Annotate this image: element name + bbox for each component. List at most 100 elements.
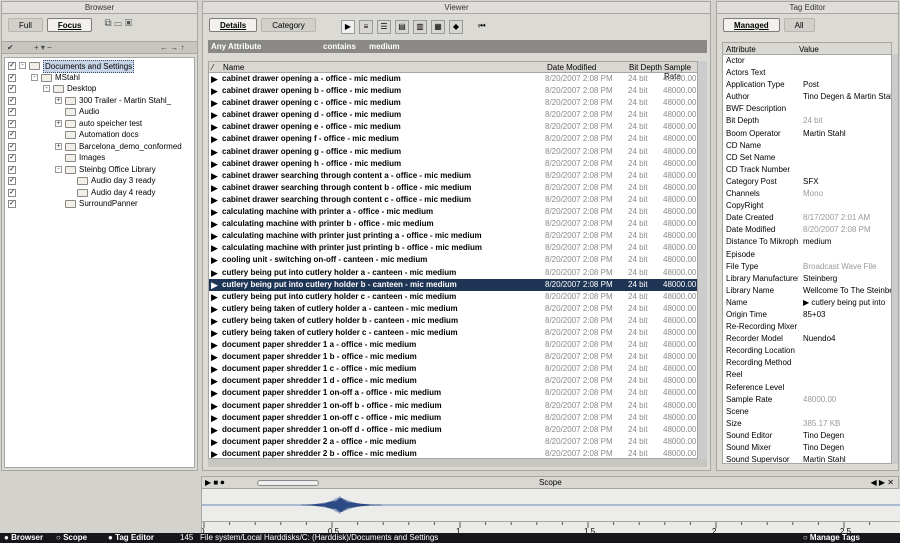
tree-item-checkbox[interactable]: ✓ — [8, 131, 16, 139]
tree-item[interactable]: ✓ Images — [5, 152, 194, 164]
col-name[interactable]: Name — [223, 63, 244, 72]
expand-icon[interactable]: + — [55, 142, 62, 150]
tag-row[interactable]: Channels Mono — [723, 188, 891, 200]
tree-item-checkbox[interactable]: ✓ — [8, 188, 16, 197]
play-file-icon[interactable]: ▶ — [211, 291, 218, 303]
tree-item-checkbox[interactable]: ✓ — [8, 62, 16, 70]
play-file-icon[interactable]: ▶ — [211, 303, 218, 315]
play-file-icon[interactable]: ▶ — [211, 412, 218, 424]
tag-row[interactable]: Library Name Wellcome To The Steinberg — [723, 285, 891, 297]
table-row[interactable]: ▶ document paper shredder 2 a - office - … — [209, 436, 697, 448]
tree-item[interactable]: ✓ - Desktop — [5, 83, 194, 95]
table-row[interactable]: ▶ cabinet drawer opening e - office - mic… — [209, 121, 697, 133]
filter-attribute[interactable]: Any Attribute — [211, 42, 261, 51]
play-file-icon[interactable]: ▶ — [211, 109, 218, 121]
collapse-icon[interactable]: - — [55, 165, 62, 173]
tree-item-checkbox[interactable]: ✓ — [8, 154, 16, 162]
table-row[interactable]: ▶ document paper shredder 1 on-off a - of… — [209, 387, 697, 399]
col-bitdepth[interactable]: Bit Depth — [629, 63, 662, 72]
tag-row[interactable]: Bit Depth 24 bit — [723, 115, 891, 127]
tag-row[interactable]: CopyRight — [723, 200, 891, 212]
play-file-icon[interactable]: ▶ — [211, 146, 218, 158]
play-icon[interactable]: ▶ — [341, 20, 355, 34]
tag-row[interactable]: Distance To Mikrophone medium — [723, 236, 891, 248]
tag-scrollbar[interactable] — [892, 54, 898, 464]
tag-value[interactable]: Tino Degen — [803, 442, 891, 454]
tag-row[interactable]: Sound Editor Tino Degen — [723, 430, 891, 442]
check-all-icon[interactable]: ✔ — [7, 43, 14, 52]
collapse-icon[interactable]: - — [43, 85, 50, 92]
table-row[interactable]: ▶ calculating machine with printer just p… — [209, 230, 697, 242]
list-scrollbar[interactable] — [698, 61, 707, 459]
play-file-icon[interactable]: ▶ — [211, 448, 218, 458]
tag-row[interactable]: Library Manufacturer Steinberg — [723, 273, 891, 285]
manage-tags-button[interactable]: ○ Manage Tags — [803, 533, 860, 543]
list-hscrollbar[interactable] — [208, 459, 707, 467]
tag-value[interactable]: Martin Stahl — [803, 454, 891, 463]
play-file-icon[interactable]: ▶ — [211, 230, 218, 242]
play-file-icon[interactable]: ▶ — [211, 194, 218, 206]
table-row[interactable]: ▶ cutlery being taken of cutlery holder c… — [209, 327, 697, 339]
tag-value[interactable]: 385.17 KB — [803, 418, 891, 430]
tree-item-checkbox[interactable]: ✓ — [8, 96, 16, 105]
table-row[interactable]: ▶ cutlery being put into cutlery holder a… — [209, 267, 697, 279]
expand-collapse-icon[interactable]: + ▾ − — [34, 43, 52, 52]
tab-managed[interactable]: Managed — [723, 18, 780, 32]
tag-row[interactable]: CD Name — [723, 140, 891, 152]
table-row[interactable]: ▶ calculating machine with printer a - of… — [209, 206, 697, 218]
table-row[interactable]: ▶ calculating machine with printer just p… — [209, 242, 697, 254]
play-file-icon[interactable]: ▶ — [211, 424, 218, 436]
tag-row[interactable]: Date Created 8/17/2007 2:01 AM — [723, 212, 891, 224]
table-row[interactable]: ▶ cabinet drawer searching through conten… — [209, 182, 697, 194]
collapse-icon[interactable]: - — [19, 62, 26, 69]
table-row[interactable]: ▶ cutlery being taken of cutlery holder b… — [209, 315, 697, 327]
tag-value[interactable]: Wellcome To The Steinberg — [803, 285, 891, 297]
tag-row[interactable]: Sample Rate 48000.00 — [723, 394, 891, 406]
play-file-icon[interactable]: ▶ — [211, 279, 218, 291]
play-file-icon[interactable]: ▶ — [211, 218, 218, 230]
expand-icon[interactable]: + — [55, 96, 62, 104]
tag-value[interactable]: Post — [803, 79, 891, 91]
table-row[interactable]: ▶ cabinet drawer searching through conten… — [209, 170, 697, 182]
table-row[interactable]: ▶ cutlery being taken of cutlery holder a… — [209, 303, 697, 315]
play-file-icon[interactable]: ▶ — [211, 158, 218, 170]
table-row[interactable]: ▶ cabinet drawer opening b - office - mic… — [209, 85, 697, 97]
play-file-icon[interactable]: ▶ — [211, 387, 218, 399]
tree-item-checkbox[interactable]: ✓ — [8, 119, 16, 128]
tag-row[interactable]: Category Post SFX — [723, 176, 891, 188]
table-row[interactable]: ▶ cabinet drawer opening f - office - mic… — [209, 133, 697, 145]
play-file-icon[interactable]: ▶ — [211, 315, 218, 327]
tree-item[interactable]: ✓ Audio day 3 ready — [5, 175, 194, 187]
tree-item[interactable]: ✓ SurroundPanner — [5, 198, 194, 210]
tree-item-checkbox[interactable]: ✓ — [8, 200, 16, 208]
tree-item[interactable]: ✓ + Barcelona_demo_conformed — [5, 141, 194, 153]
play-file-icon[interactable]: ▶ — [211, 242, 218, 254]
play-file-icon[interactable]: ▶ — [211, 85, 218, 97]
expand-icon[interactable]: + — [55, 119, 62, 127]
tag-row[interactable]: Recording Location — [723, 345, 891, 357]
scope-play-icon[interactable]: ▶ ■ ⏺ — [205, 478, 224, 488]
tag-row[interactable]: Reel — [723, 369, 891, 381]
tab-all[interactable]: All — [783, 18, 815, 32]
scope-position-slider[interactable] — [257, 480, 319, 486]
tab-category[interactable]: Category — [261, 18, 316, 32]
tree-item[interactable]: ✓ Audio — [5, 106, 194, 118]
tree-item[interactable]: ✓ Automation docs — [5, 129, 194, 141]
tag-value[interactable]: Mono — [803, 188, 891, 200]
tag-row[interactable]: Actors Text — [723, 67, 891, 79]
tag-row[interactable]: Recording Method — [723, 357, 891, 369]
table-row[interactable]: ▶ cabinet drawer searching through conten… — [209, 194, 697, 206]
tag-row[interactable]: Author Tino Degen & Martin Stahl — [723, 91, 891, 103]
tree-item[interactable]: ✓ - MStahl — [5, 72, 194, 84]
play-file-icon[interactable]: ▶ — [211, 400, 218, 412]
tag-row[interactable]: Application Type Post — [723, 79, 891, 91]
table-row[interactable]: ▶ document paper shredder 1 b - office - … — [209, 351, 697, 363]
table-row[interactable]: ▶ cabinet drawer opening g - office - mic… — [209, 146, 697, 158]
tag-row[interactable]: Actor — [723, 55, 891, 67]
tag-row[interactable]: Boom Operator Martin Stahl — [723, 128, 891, 140]
play-file-icon[interactable]: ▶ — [211, 206, 218, 218]
collapse-icon[interactable]: - — [31, 73, 38, 81]
nav-arrows-icon[interactable]: ← → ↑ — [160, 43, 184, 52]
tag-row[interactable]: Episode — [723, 249, 891, 261]
rewind-icon[interactable]: ⏮ — [475, 20, 489, 34]
